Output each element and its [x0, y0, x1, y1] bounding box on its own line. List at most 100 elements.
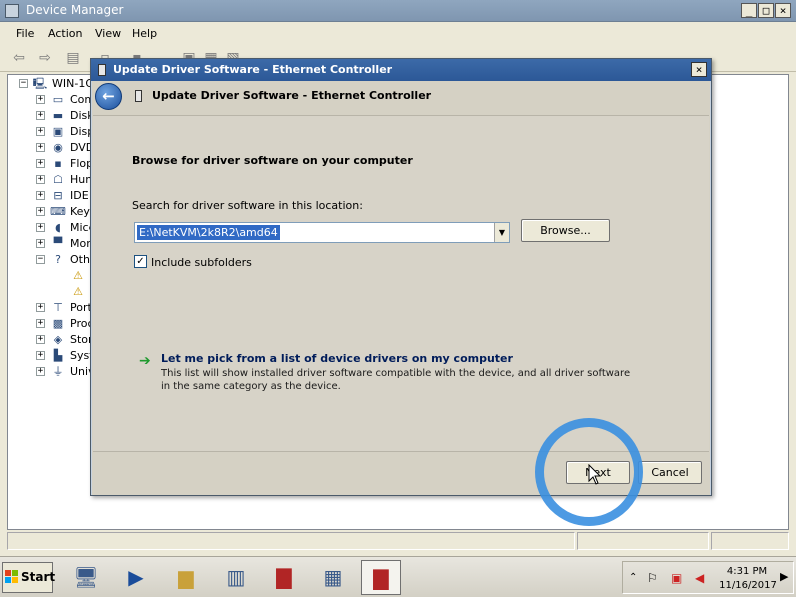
admin-tools-icon[interactable]: ▥ — [216, 560, 256, 595]
driver-path-combobox[interactable]: E:\NetKVM\2k8R2\amd64 ▼ — [134, 222, 510, 243]
computer-icon: ▭ — [52, 93, 64, 106]
expand-icon[interactable]: + — [36, 351, 45, 360]
status-pane — [7, 532, 575, 550]
close-button[interactable]: × — [775, 3, 791, 18]
search-location-label: Search for driver software in this locat… — [132, 199, 363, 212]
device-icon — [98, 64, 106, 76]
status-pane — [577, 532, 709, 550]
port-icon: ⊤ — [53, 301, 63, 314]
explorer-folder-icon[interactable]: ▆ — [166, 560, 206, 595]
windows-logo-icon — [5, 570, 18, 583]
driver-path-input[interactable]: E:\NetKVM\2k8R2\amd64 — [137, 225, 280, 240]
expand-icon[interactable]: + — [36, 303, 45, 312]
expand-icon[interactable]: + — [36, 95, 45, 104]
tree-item-label: Key — [70, 205, 90, 218]
include-subfolders-label[interactable]: Include subfolders — [151, 256, 252, 269]
menu-view[interactable]: View — [95, 27, 121, 40]
expand-icon[interactable]: + — [36, 143, 45, 152]
chevron-up-icon[interactable]: ⌃ — [629, 571, 637, 585]
minimize-button[interactable]: _ — [741, 3, 757, 18]
dialog-body: ← Update Driver Software - Ethernet Cont… — [92, 81, 710, 495]
keyboard-icon: ⌨ — [50, 205, 66, 218]
show-hide-tree-icon[interactable]: ▤ — [64, 50, 82, 66]
device-icon — [135, 90, 142, 102]
tree-item-label: Port — [70, 301, 92, 314]
dialog-title: Update Driver Software - Ethernet Contro… — [113, 63, 393, 76]
expand-icon[interactable]: + — [36, 111, 45, 120]
forward-arrow-icon[interactable]: ⇨ — [36, 50, 54, 66]
expand-icon[interactable]: + — [36, 367, 45, 376]
action-center-flag-icon[interactable]: ⚐ — [647, 571, 658, 585]
taskbar: Start 🖥 ▶ ▆ ▥ ▇ ▦ ▇ ⌃ ⚐ ▣ ◀ 4:31 PM 11/1… — [0, 556, 796, 597]
dialog-titlebar[interactable]: Update Driver Software - Ethernet Contro… — [91, 59, 711, 81]
dialog-close-button[interactable]: × — [691, 62, 707, 77]
expand-icon[interactable]: + — [36, 335, 45, 344]
show-desktop-icon[interactable]: ▶ — [780, 570, 788, 583]
tree-item-label: Oth — [70, 253, 90, 266]
pick-from-list-description: This list will show installed driver sof… — [161, 368, 631, 392]
network-status-icon[interactable]: ▣ — [671, 571, 682, 585]
other-devices-icon: ? — [55, 253, 61, 266]
expand-icon[interactable]: + — [36, 239, 45, 248]
start-button[interactable]: Start — [2, 562, 56, 593]
ide-controller-icon: ⊟ — [53, 189, 63, 202]
mouse-icon: ◖ — [55, 221, 61, 234]
menu-bar: File Action View Help — [0, 22, 796, 44]
system-tray: ⌃ ⚐ ▣ ◀ 4:31 PM 11/16/2017 ▶ — [622, 561, 794, 594]
status-bar — [7, 532, 789, 550]
window-title: Device Manager — [26, 3, 124, 17]
processor-icon: ▩ — [52, 317, 64, 330]
start-label: Start — [21, 570, 56, 584]
wizard-title: Update Driver Software - Ethernet Contro… — [152, 89, 432, 102]
tree-item-label: IDE — [70, 189, 89, 202]
expand-icon[interactable]: + — [36, 175, 45, 184]
update-driver-dialog: Update Driver Software - Ethernet Contro… — [90, 58, 712, 496]
expand-icon[interactable]: + — [36, 127, 45, 136]
device-manager-icon — [5, 4, 19, 18]
expand-icon[interactable]: + — [36, 207, 45, 216]
clock-time[interactable]: 4:31 PM — [717, 565, 777, 578]
menu-file[interactable]: File — [16, 27, 34, 40]
expand-icon[interactable]: + — [36, 191, 45, 200]
toolbox-icon[interactable]: ▇ — [264, 560, 304, 595]
include-subfolders-checkbox[interactable]: ✓ — [134, 255, 147, 268]
server-manager-icon[interactable]: 🖥 — [66, 560, 106, 595]
wizard-content: Browse for driver software on your compu… — [93, 115, 709, 452]
human-interface-icon: ☖ — [53, 173, 63, 186]
section-heading: Browse for driver software on your compu… — [132, 154, 413, 167]
chevron-down-icon[interactable]: ▼ — [494, 223, 509, 242]
system-device-icon: ▙ — [53, 349, 63, 362]
display-adapter-icon: ▣ — [52, 125, 64, 138]
back-arrow-icon[interactable]: ⇦ — [10, 50, 28, 66]
green-arrow-icon[interactable]: ➔ — [139, 353, 151, 369]
floppy-icon: ▪ — [54, 157, 62, 170]
collapse-icon[interactable]: − — [36, 255, 45, 264]
dvd-drive-icon: ◉ — [53, 141, 63, 154]
warning-icon: ⚠ — [73, 285, 83, 298]
expand-icon[interactable]: + — [36, 319, 45, 328]
menu-action[interactable]: Action — [48, 27, 82, 40]
powershell-icon[interactable]: ▶ — [116, 560, 156, 595]
monitor-icon: ▀ — [53, 237, 63, 250]
expand-icon[interactable]: + — [36, 223, 45, 232]
device-manager-titlebar[interactable]: Device Manager _ □ × — [0, 0, 796, 22]
collapse-icon[interactable]: − — [19, 79, 28, 88]
pick-from-list-link[interactable]: Let me pick from a list of device driver… — [161, 352, 513, 365]
volume-muted-icon[interactable]: ◀ — [695, 571, 704, 585]
wizard-back-button[interactable]: ← — [95, 83, 122, 110]
status-pane — [711, 532, 789, 550]
clock-date[interactable]: 11/16/2017 — [717, 579, 779, 592]
tree-root-label: WIN-1G — [52, 77, 94, 90]
device-manager-taskbar-icon[interactable]: ▇ — [361, 560, 401, 595]
warning-icon: ⚠ — [73, 269, 83, 282]
cancel-button[interactable]: Cancel — [638, 461, 702, 484]
browse-button[interactable]: Browse... — [521, 219, 610, 242]
storage-icon: ◈ — [53, 333, 63, 346]
computer-icon: 🖳 — [32, 77, 48, 90]
maximize-button[interactable]: □ — [758, 3, 774, 18]
wizard-header: ← Update Driver Software - Ethernet Cont… — [92, 81, 710, 113]
network-icon[interactable]: ▦ — [313, 560, 353, 595]
expand-icon[interactable]: + — [36, 159, 45, 168]
usb-icon: ⏚ — [52, 365, 64, 378]
menu-help[interactable]: Help — [132, 27, 157, 40]
